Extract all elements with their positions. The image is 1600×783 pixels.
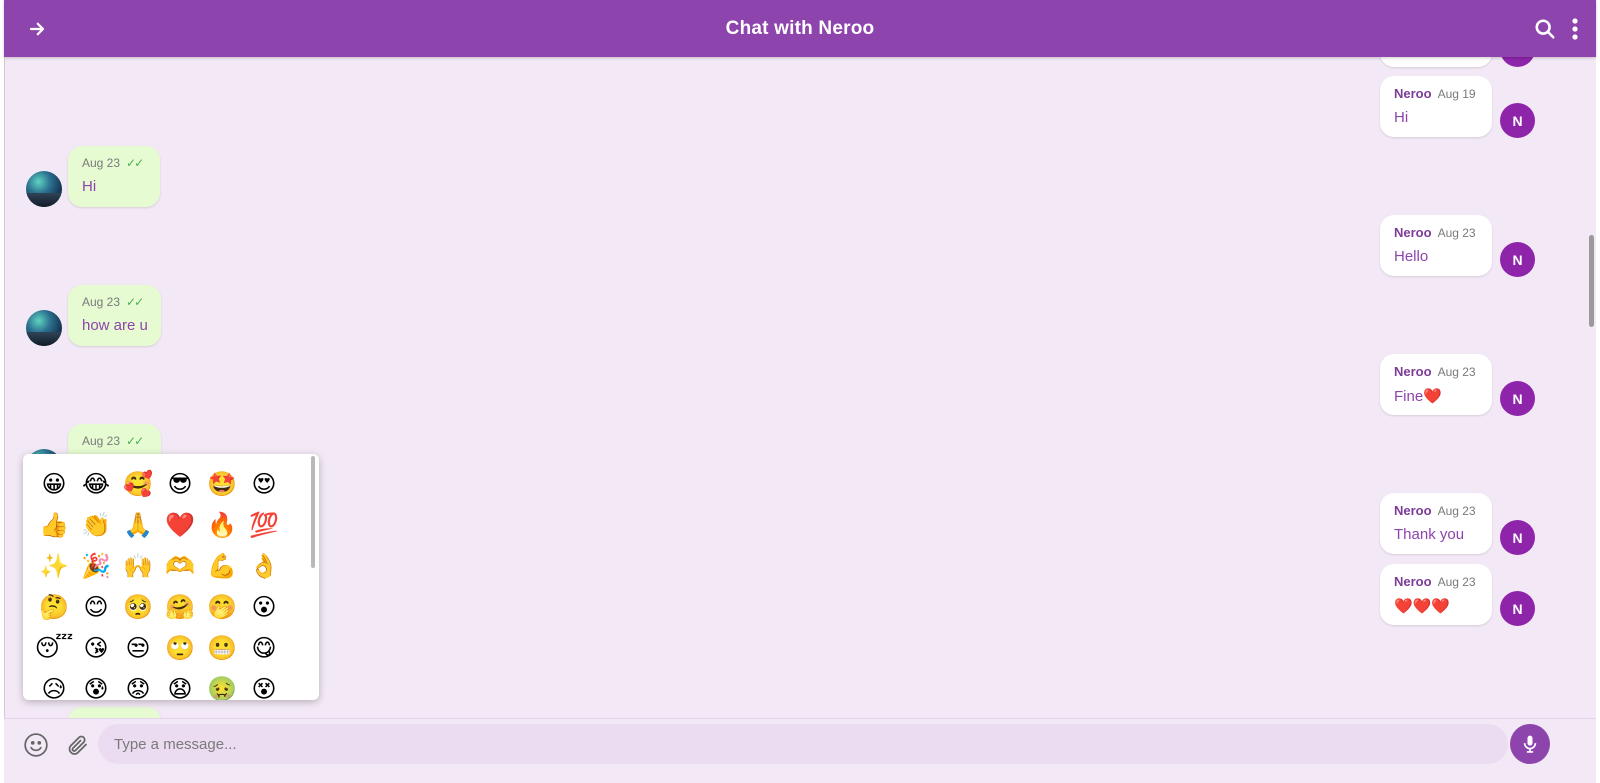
emoji-option[interactable]: 💯 [243, 505, 285, 546]
message-text: Hi [1394, 109, 1409, 126]
emoji-option[interactable]: 🙏 [117, 505, 159, 546]
avatar: N [1500, 57, 1535, 67]
read-receipt-icon: ✓✓ [126, 156, 144, 170]
message-text: ❤️❤️❤️ [1394, 598, 1451, 615]
emoji-option[interactable]: 😒 [117, 628, 159, 669]
emoji-option[interactable]: 😴 [33, 628, 75, 669]
emoji-option[interactable]: 😵 [243, 669, 285, 700]
emoji-option[interactable]: 😀 [33, 464, 75, 505]
emoji-option[interactable]: 😋 [243, 628, 285, 669]
read-receipt-icon: ✓✓ [126, 434, 144, 448]
avatar: N [1500, 520, 1535, 555]
emoji-option[interactable]: 😟 [117, 669, 159, 700]
message-time: Aug 23 [1437, 225, 1476, 240]
emoji-option[interactable]: 😮 [243, 587, 285, 628]
message-input[interactable] [98, 724, 1508, 764]
avatar [26, 310, 62, 346]
message-bubble: Neroo Aug 19 Hi [1380, 76, 1492, 137]
emoji-option[interactable]: ✨ [33, 546, 75, 587]
sender-name: Neroo [1394, 503, 1432, 518]
more-options-button[interactable] [1560, 14, 1590, 44]
message-time: Aug 23 [82, 295, 121, 309]
sender-name: Neroo [1394, 574, 1432, 589]
emoji-option[interactable]: 😰 [75, 669, 117, 700]
message-text: Hello [1394, 248, 1429, 265]
emoji-option[interactable]: 👍 [33, 505, 75, 546]
microphone-icon [1523, 735, 1537, 753]
emoji-button[interactable] [21, 730, 51, 760]
search-button[interactable] [1530, 14, 1560, 44]
message-text: Thank you [1394, 526, 1465, 543]
message-time: Aug 23 [1437, 364, 1476, 379]
emoji-option[interactable]: 😥 [33, 669, 75, 700]
message-bubble: Neroo Aug 23 Thank you [1380, 493, 1492, 554]
scrollbar-thumb[interactable] [1589, 235, 1594, 327]
emoji-option[interactable]: 🤭 [201, 587, 243, 628]
message-time: Aug 19 [1437, 86, 1476, 101]
more-vertical-icon [1572, 18, 1578, 40]
chat-title: Chat with Neroo [725, 17, 875, 39]
emoji-option[interactable]: 🎉 [75, 546, 117, 587]
message-time: Aug 23 [1437, 574, 1476, 589]
emoji-option[interactable]: 🤩 [201, 464, 243, 505]
sender-name: Neroo [1394, 86, 1432, 101]
composer-bar [4, 718, 1596, 783]
avatar [26, 171, 62, 207]
message-time: Aug 23 [1437, 503, 1476, 518]
emoji-option[interactable]: 😧 [159, 669, 201, 700]
emoji-option[interactable]: 🥺 [117, 587, 159, 628]
avatar: N [1500, 242, 1535, 277]
emoji-picker: 😀 😂 🥰 😎 🤩 😍 👍 👏 🙏 ❤️ 🔥 💯 ✨ 🎉 🙌 🫶 💪 👌 🤔 😊 🥺 🤗 🤭 😮 😴 😘 😒 🙄 😬 😋 😥 😰 😟 😧 🤢 😵 [23, 454, 319, 700]
emoji-option[interactable]: 🫶 [159, 546, 201, 587]
emoji-picker-scrollbar[interactable] [311, 456, 315, 568]
search-icon [1535, 19, 1555, 39]
message-time: Aug 23 [82, 156, 121, 170]
message-text: Fine❤️ [1394, 388, 1442, 405]
chat-scrollbar[interactable] [1586, 57, 1596, 731]
paperclip-icon [68, 735, 87, 755]
emoji-option[interactable]: 🔥 [201, 505, 243, 546]
avatar: N [1500, 381, 1535, 416]
emoji-option[interactable]: 🥰 [117, 464, 159, 505]
emoji-grid: 😀 😂 🥰 😎 🤩 😍 👍 👏 🙏 ❤️ 🔥 💯 ✨ 🎉 🙌 🫶 💪 👌 🤔 😊 🥺 🤗 🤭 😮 😴 😘 😒 🙄 😬 😋 😥 😰 😟 😧 🤢 😵 [33, 464, 303, 700]
sender-name: Neroo [1394, 225, 1432, 240]
back-button[interactable] [22, 14, 52, 44]
chat-header: Chat with Neroo [4, 0, 1596, 57]
message-bubble: Aug 23 ✓✓ how are u [68, 285, 161, 346]
emoji-option[interactable]: 👏 [75, 505, 117, 546]
message-text: Hi [82, 178, 97, 195]
emoji-option[interactable]: 😎 [159, 464, 201, 505]
attach-button[interactable] [62, 730, 92, 760]
emoji-option[interactable]: 🤗 [159, 587, 201, 628]
emoji-option[interactable]: 💪 [201, 546, 243, 587]
voice-record-button[interactable] [1510, 724, 1550, 764]
message-bubble [1380, 57, 1492, 67]
emoji-option[interactable]: 😬 [201, 628, 243, 669]
emoji-option[interactable]: 😊 [75, 587, 117, 628]
emoji-option[interactable]: 😂 [75, 464, 117, 505]
emoji-option[interactable]: 😍 [243, 464, 285, 505]
message-bubble: Aug 23 ✓✓ Hi [68, 146, 160, 207]
message-bubble: Neroo Aug 23 Hello [1380, 215, 1492, 276]
arrow-right-icon [29, 22, 45, 36]
emoji-option[interactable]: 😘 [75, 628, 117, 669]
read-receipt-icon: ✓✓ [126, 295, 144, 309]
emoji-option[interactable]: 🤢 [201, 669, 243, 700]
sender-name: Neroo [1394, 364, 1432, 379]
message-bubble: Neroo Aug 23 ❤️❤️❤️ [1380, 564, 1492, 625]
message-text: how are u [82, 317, 148, 334]
smile-icon [24, 733, 48, 757]
message-time: Aug 23 [82, 434, 121, 448]
emoji-option[interactable]: 🙄 [159, 628, 201, 669]
emoji-option[interactable]: 👌 [243, 546, 285, 587]
emoji-option[interactable]: 🙌 [117, 546, 159, 587]
avatar: N [1500, 103, 1535, 138]
emoji-option[interactable]: ❤️ [159, 505, 201, 546]
emoji-option[interactable]: 🤔 [33, 587, 75, 628]
avatar: N [1500, 591, 1535, 626]
message-bubble: Neroo Aug 23 Fine❤️ [1380, 354, 1492, 415]
